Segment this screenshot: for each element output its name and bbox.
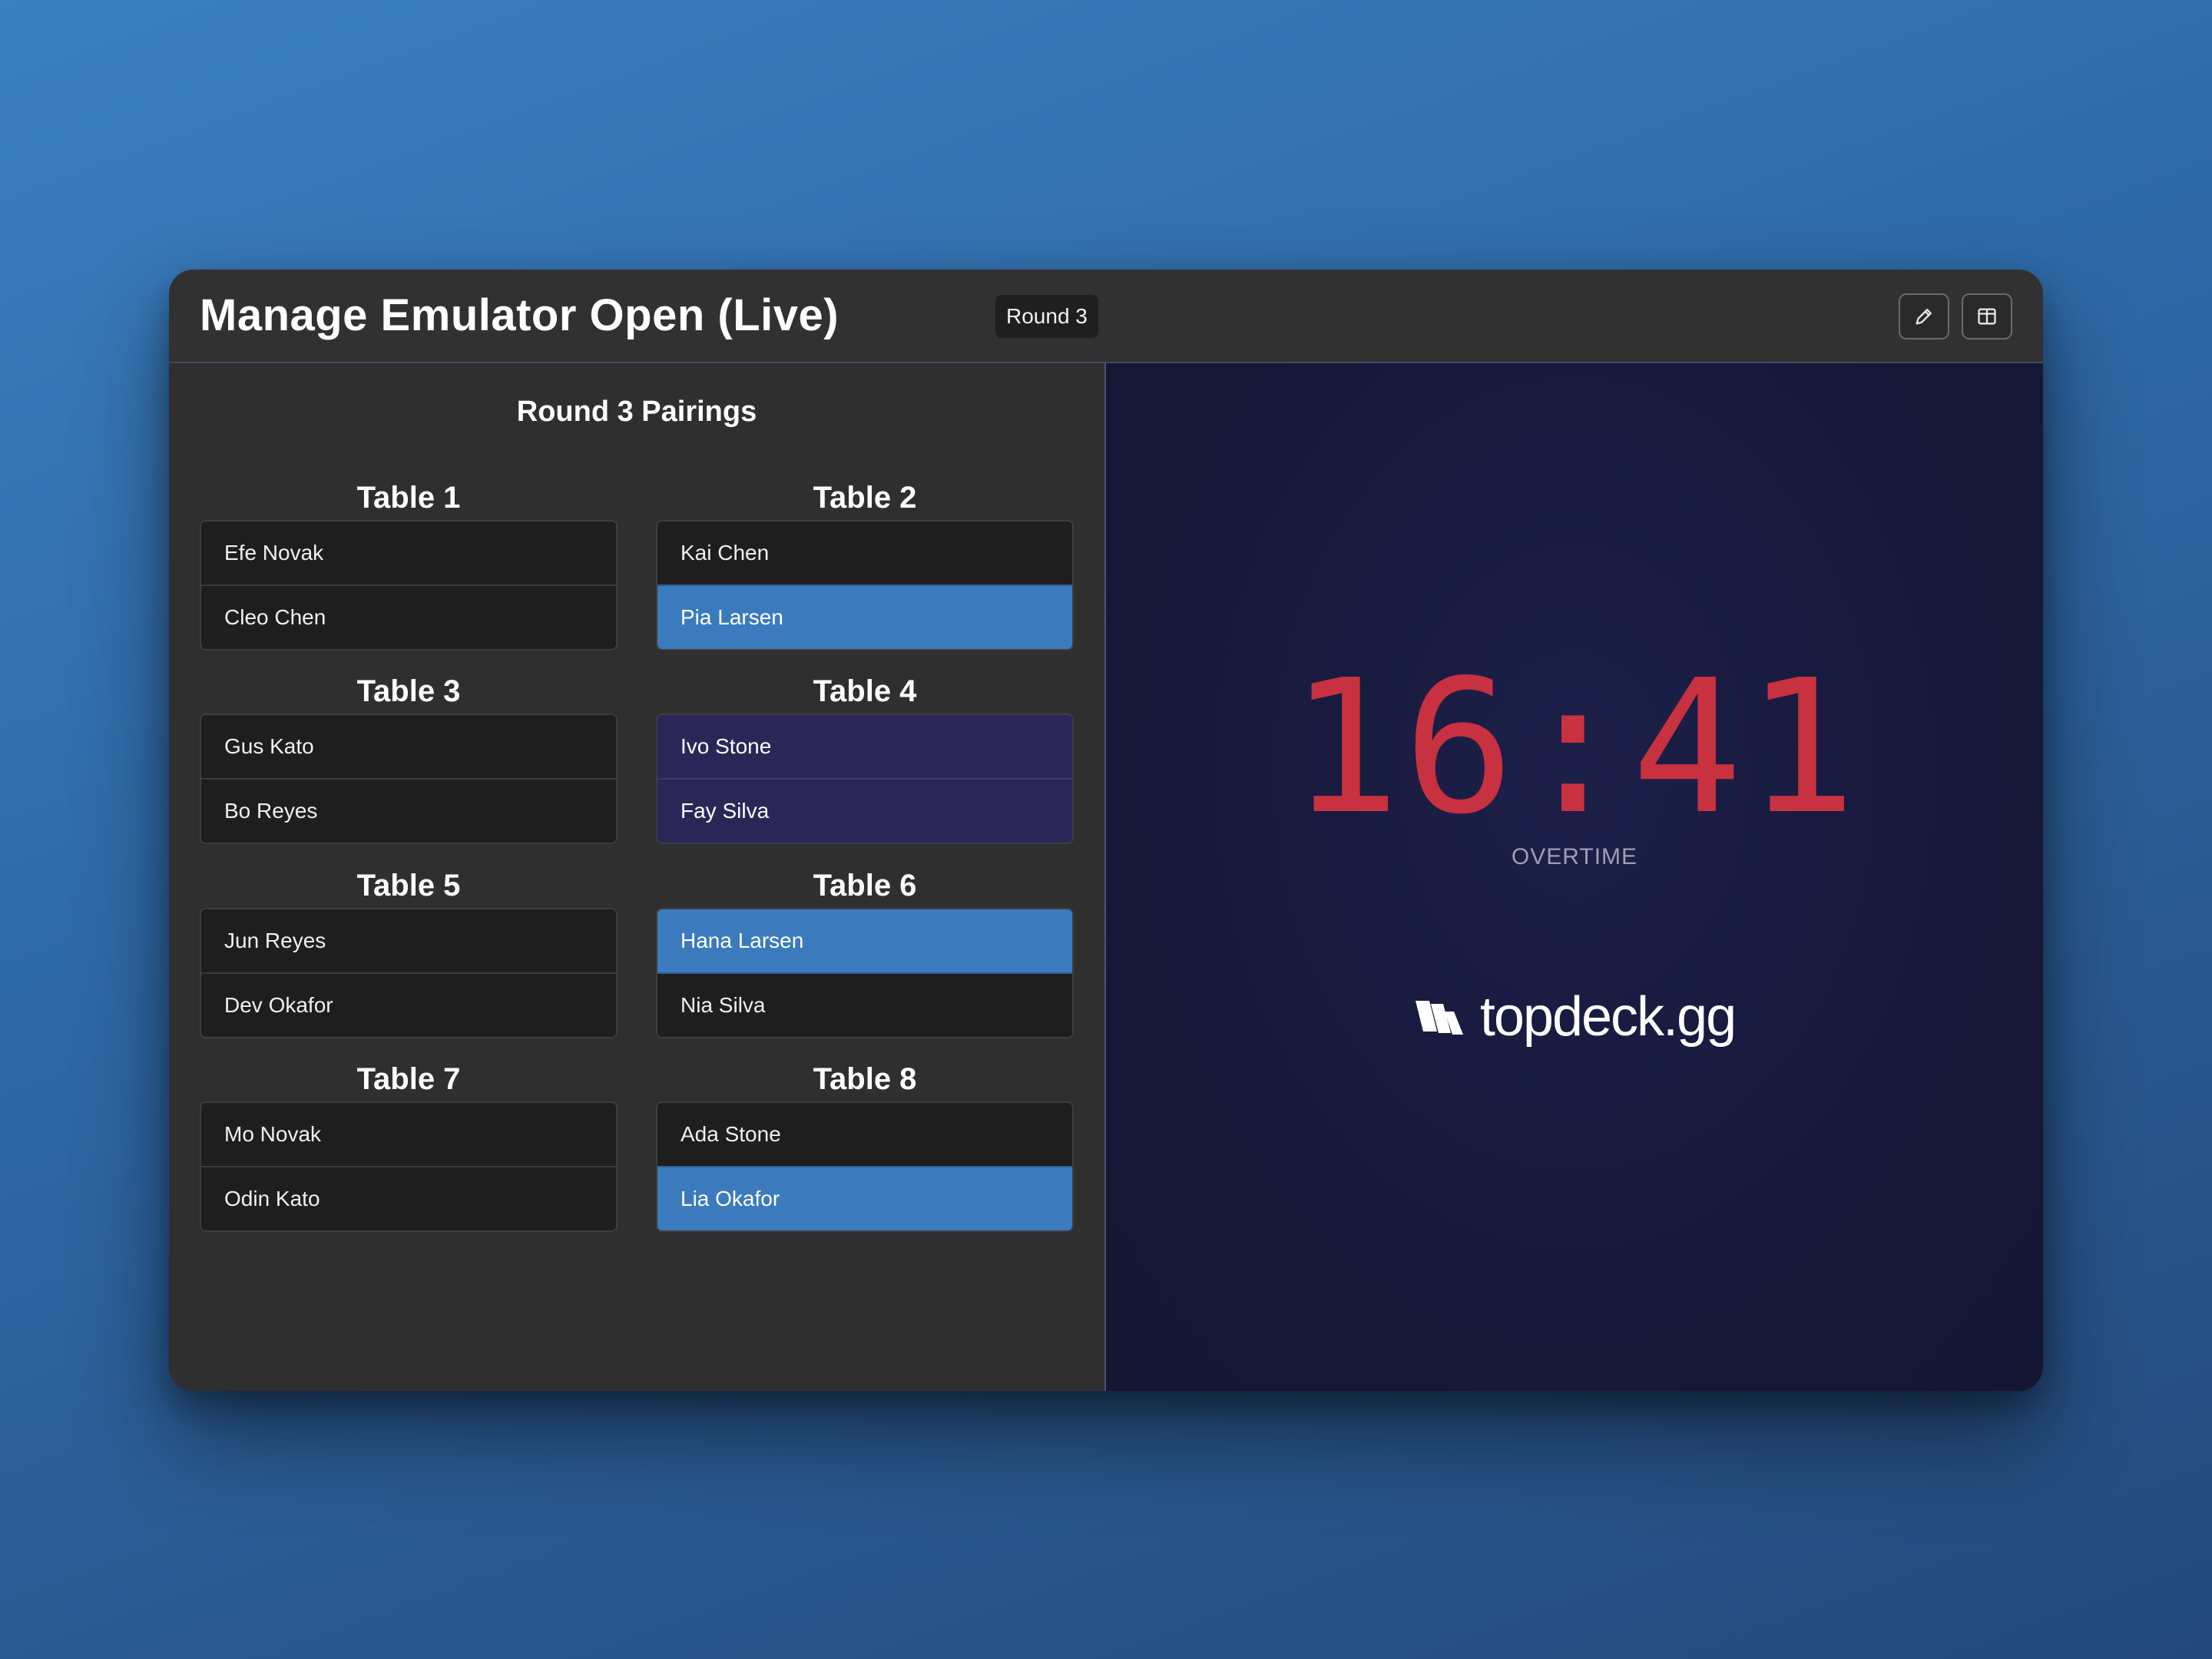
round-badge: Round 3 (995, 295, 1098, 338)
timer-status: OVERTIME (1511, 844, 1638, 869)
table-players: Mo Novak Odin Kato (200, 1101, 618, 1232)
table-label: Table 2 (813, 481, 917, 515)
table-label: Table 8 (813, 1062, 917, 1096)
table-card: Table 8 Ada Stone Lia Okafor (656, 1057, 1074, 1232)
table-card: Table 6 Hana Larsen Nia Silva (656, 863, 1074, 1038)
app-window: Manage Emulator Open (Live) Round 3 Roun… (169, 270, 2043, 1391)
player-row[interactable]: Mo Novak (201, 1103, 616, 1166)
player-row[interactable]: Efe Novak (201, 522, 616, 584)
layout-toggle-button[interactable] (1962, 293, 2012, 339)
brand-name: topdeck.gg (1479, 986, 1737, 1048)
table-players: Jun Reyes Dev Okafor (200, 908, 618, 1038)
table-label: Table 7 (356, 1062, 461, 1096)
player-row[interactable]: Jun Reyes (201, 909, 616, 972)
player-row-draw[interactable]: Ivo Stone (657, 715, 1072, 778)
table-label: Table 4 (813, 674, 917, 708)
table-card: Table 7 Mo Novak Odin Kato (200, 1057, 618, 1232)
player-row-winner[interactable]: Pia Larsen (657, 584, 1072, 649)
pairings-panel: Round 3 Pairings Table 1 Efe Novak Cleo … (169, 363, 1104, 1391)
table-players: Ada Stone Lia Okafor (656, 1101, 1074, 1232)
player-row[interactable]: Kai Chen (657, 522, 1072, 584)
table-label: Table 1 (356, 481, 461, 515)
pencil-icon (1916, 309, 1932, 325)
table-players: Kai Chen Pia Larsen (656, 520, 1074, 651)
player-row[interactable]: Ada Stone (657, 1103, 1072, 1166)
table-card: Table 3 Gus Kato Bo Reyes (200, 669, 618, 844)
player-row[interactable]: Odin Kato (201, 1166, 616, 1230)
topdeck-logo-icon (1415, 1001, 1463, 1035)
brand-logo: topdeck.gg (1106, 985, 2043, 1048)
clock-panel: 16:41 OVERTIME topdeck.gg (1106, 363, 2043, 1391)
player-row-winner[interactable]: Hana Larsen (657, 909, 1072, 972)
table-players: Ivo Stone Fay Silva (656, 714, 1074, 844)
round-timer: 16:41 (1289, 640, 1860, 855)
player-row-draw[interactable]: Fay Silva (657, 778, 1072, 843)
page-title: Manage Emulator Open (Live) (200, 290, 839, 340)
table-card: Table 1 Efe Novak Cleo Chen (200, 475, 618, 651)
player-row[interactable]: Cleo Chen (201, 584, 616, 649)
table-label: Table 5 (356, 869, 461, 902)
table-card: Table 2 Kai Chen Pia Larsen (656, 475, 1074, 651)
table-label: Table 3 (356, 674, 461, 708)
edit-button[interactable] (1899, 293, 1949, 339)
title-bar: Manage Emulator Open (Live) Round 3 (169, 270, 2043, 363)
table-players: Efe Novak Cleo Chen (200, 520, 618, 651)
table-players: Gus Kato Bo Reyes (200, 714, 618, 844)
player-row[interactable]: Dev Okafor (201, 972, 616, 1037)
player-row[interactable]: Nia Silva (657, 972, 1072, 1037)
split-layout-icon (1978, 308, 1996, 325)
table-card: Table 4 Ivo Stone Fay Silva (656, 669, 1074, 844)
pairings-title: Round 3 Pairings (516, 396, 757, 428)
player-row[interactable]: Gus Kato (201, 715, 616, 778)
table-players: Hana Larsen Nia Silva (656, 908, 1074, 1038)
player-row-winner[interactable]: Lia Okafor (657, 1166, 1072, 1230)
table-label: Table 6 (813, 869, 917, 902)
table-card: Table 5 Jun Reyes Dev Okafor (200, 863, 618, 1038)
player-row[interactable]: Bo Reyes (201, 778, 616, 843)
